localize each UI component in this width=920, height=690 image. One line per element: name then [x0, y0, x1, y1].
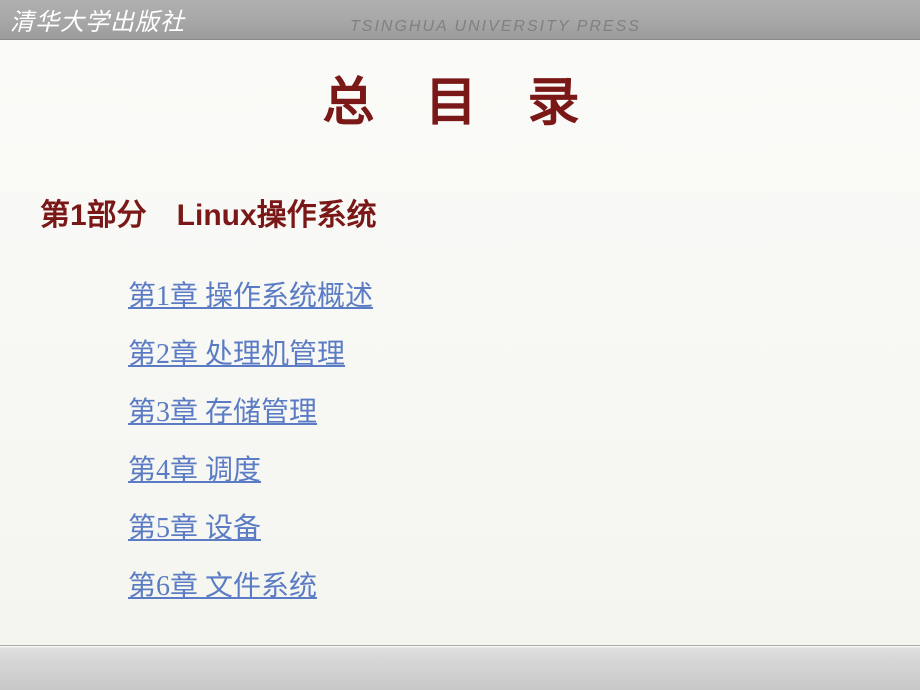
publisher-name-en: TSINGHUA UNIVERSITY PRESS — [350, 18, 641, 36]
page-title: 总 目 录 — [0, 60, 920, 135]
chapter-link[interactable]: 第2章 处理机管理 — [128, 332, 920, 372]
footer-bar — [0, 645, 920, 690]
chapter-link[interactable]: 第3章 存储管理 — [128, 390, 920, 430]
section-heading: 第1部分 Linux操作系统 — [40, 190, 920, 234]
publisher-name-cn: 清华大学出版社 — [0, 2, 185, 37]
chapter-list: 第1章 操作系统概述 第2章 处理机管理 第3章 存储管理 第4章 调度 第5章… — [128, 274, 920, 604]
chapter-link[interactable]: 第5章 设备 — [128, 506, 920, 546]
chapter-link[interactable]: 第1章 操作系统概述 — [128, 274, 920, 314]
chapter-link[interactable]: 第4章 调度 — [128, 448, 920, 488]
content-area: 总 目 录 第1部分 Linux操作系统 第1章 操作系统概述 第2章 处理机管… — [0, 40, 920, 645]
chapter-link[interactable]: 第6章 文件系统 — [128, 564, 920, 604]
header-bar: 清华大学出版社 TSINGHUA UNIVERSITY PRESS — [0, 0, 920, 40]
